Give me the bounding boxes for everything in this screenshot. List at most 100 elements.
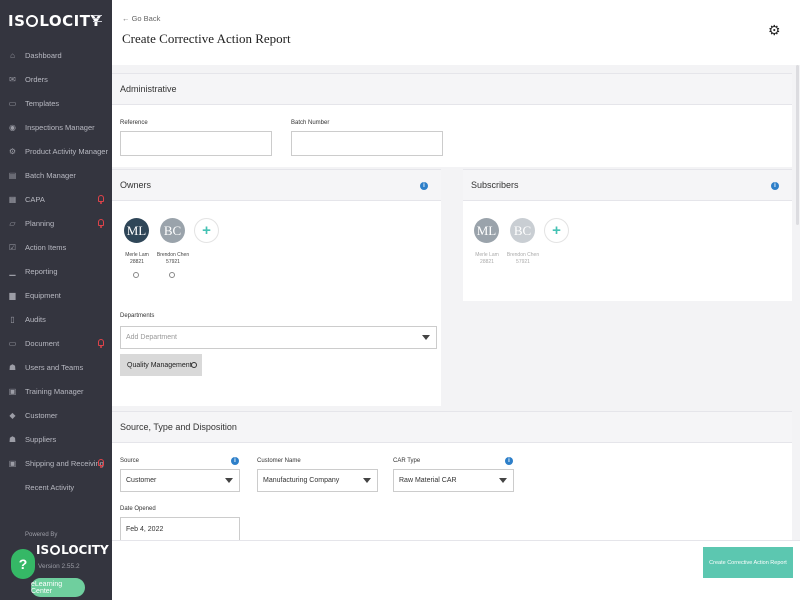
page-title: Create Corrective Action Report	[122, 31, 291, 46]
subscriber-name: Brendon Chen 57921	[506, 252, 540, 265]
templates-icon: ▭	[8, 98, 17, 108]
department-select[interactable]: Add Department	[120, 326, 437, 349]
sidebar-item-equipment[interactable]: ▆ Equipment	[0, 283, 112, 307]
info-icon[interactable]: i	[420, 182, 428, 190]
sidebar: IS LOCITY ⌂ Dashboard ✉ Orders ▭ Templates ◉…	[0, 0, 112, 600]
supplier-icon: ☗	[8, 434, 17, 444]
powered-by-label: Powered By	[25, 532, 58, 538]
date-opened-input[interactable]: Feb 4, 2022	[120, 517, 240, 540]
sidebar-item-label: Dashboard	[25, 50, 62, 60]
sidebar-item-label: Recent Activity	[25, 482, 75, 492]
batch-number-input[interactable]	[291, 131, 443, 156]
car-type-label: CAR Type	[393, 458, 421, 464]
source-select[interactable]: Customer	[120, 469, 240, 492]
sidebar-item-dashboard[interactable]: ⌂ Dashboard	[0, 43, 112, 67]
sidebar-item-label: Product Activity Manager	[25, 146, 108, 156]
sidebar-item-audits[interactable]: ▯ Audits	[0, 307, 112, 331]
sidebar-item-shipping-and-receiving[interactable]: ▣ Shipping and Receiving	[0, 451, 112, 475]
info-icon[interactable]: i	[771, 182, 779, 190]
help-icon[interactable]: ?	[11, 549, 35, 579]
logo-o-mark	[26, 15, 39, 27]
form-footer: Create Corrective Action Report	[112, 540, 800, 600]
gauge-icon: ◉	[9, 122, 16, 132]
chevron-down-icon	[225, 478, 233, 483]
sidebar-item-label: CAPA	[25, 194, 45, 204]
sidebar-item-product-activity-manager[interactable]: ⚙ Product Activity Manager	[0, 139, 112, 163]
departments-label: Departments	[120, 313, 155, 319]
sidebar-item-label: Orders	[25, 74, 48, 84]
source-type-disposition-header: Source, Type and Disposition	[112, 411, 792, 443]
scrollbar[interactable]	[796, 65, 799, 225]
section-title: Administrative	[120, 84, 177, 94]
isolocity-logo[interactable]: IS LOCITY	[8, 12, 102, 30]
sidebar-item-orders[interactable]: ✉ Orders	[0, 67, 112, 91]
sidebar-item-label: Reporting	[25, 266, 58, 276]
bell-icon	[98, 459, 104, 468]
gear-icon: ⚙	[8, 146, 17, 156]
reference-input[interactable]	[120, 131, 272, 156]
file-icon: ▯	[10, 314, 15, 324]
source-label: Source	[120, 458, 140, 464]
add-owner-button[interactable]: +	[194, 218, 219, 243]
learning-center-button[interactable]: eLearning Center	[31, 578, 85, 597]
owners-body: ML Merle Lam 28821 BC Brendon Chen 57921 +…	[112, 201, 441, 406]
sidebar-item-label: Planning	[25, 218, 55, 228]
go-back-link[interactable]: ← Go Back	[122, 14, 160, 23]
batch-icon: ▤	[8, 170, 17, 180]
sidebar-item-reporting[interactable]: ▁ Reporting	[0, 259, 112, 283]
batch-number-label: Batch Number	[291, 120, 330, 126]
sidebar-item-customer[interactable]: ◆ Customer	[0, 403, 112, 427]
sidebar-item-recent-activity[interactable]: Recent Activity	[0, 475, 112, 499]
sidebar-item-action-items[interactable]: ☑ Action Items	[0, 235, 112, 259]
envelope-icon: ✉	[9, 74, 16, 84]
sidebar-item-users-and-teams[interactable]: ☗ Users and Teams	[0, 355, 112, 379]
tag-icon: ◆	[9, 410, 16, 420]
sidebar-nav: ⌂ Dashboard ✉ Orders ▭ Templates ◉ Inspectio…	[0, 43, 112, 499]
isolocity-footer-logo: IS LOCITY	[36, 543, 109, 557]
owners-header: Owners i	[112, 169, 441, 201]
chevron-down-icon	[422, 335, 430, 340]
customer-name-select[interactable]: Manufacturing Company	[257, 469, 378, 492]
administrative-header: Administrative	[112, 73, 792, 105]
avatar[interactable]: ML	[124, 218, 149, 243]
add-subscriber-button[interactable]: +	[544, 218, 569, 243]
create-car-button[interactable]: Create Corrective Action Report	[703, 547, 793, 578]
avatar[interactable]: ML	[474, 218, 499, 243]
remove-owner-icon[interactable]	[133, 272, 139, 278]
info-icon[interactable]: i	[505, 457, 513, 465]
subscribers-header: Subscribers i	[463, 169, 792, 201]
sidebar-item-inspections-manager[interactable]: ◉ Inspections Manager	[0, 115, 112, 139]
sidebar-item-label: Batch Manager	[25, 170, 76, 180]
section-title: Source, Type and Disposition	[120, 422, 237, 432]
sidebar-item-label: Audits	[25, 314, 46, 324]
administrative-body: Reference Batch Number	[112, 105, 792, 167]
settings-gears-icon[interactable]: ⚙	[768, 22, 781, 39]
remove-chip-icon[interactable]	[191, 362, 197, 368]
sidebar-item-capa[interactable]: ▦ CAPA	[0, 187, 112, 211]
shipping-icon: ▣	[8, 458, 17, 468]
bell-icon	[98, 219, 104, 228]
remove-owner-icon[interactable]	[169, 272, 175, 278]
avatar[interactable]: BC	[160, 218, 185, 243]
sidebar-item-label: Inspections Manager	[25, 122, 95, 132]
sidebar-item-templates[interactable]: ▭ Templates	[0, 91, 112, 115]
bell-icon	[98, 195, 104, 204]
folder-icon: ▭	[8, 338, 17, 348]
menu-toggle-icon[interactable]	[93, 15, 102, 24]
chevron-down-icon	[363, 478, 371, 483]
page-header: ← Go Back Create Corrective Action Repor…	[112, 0, 800, 65]
sidebar-item-planning[interactable]: ▱ Planning	[0, 211, 112, 235]
form-content: Administrative Reference Batch Number Ow…	[112, 65, 800, 540]
sidebar-item-batch-manager[interactable]: ▤ Batch Manager	[0, 163, 112, 187]
sidebar-item-document[interactable]: ▭ Document	[0, 331, 112, 355]
car-type-select[interactable]: Raw Material CAR	[393, 469, 514, 492]
version-label: Version 2.55.2	[38, 563, 80, 570]
owner-name: Brendon Chen 57921	[156, 252, 190, 265]
sidebar-item-training-manager[interactable]: ▣ Training Manager	[0, 379, 112, 403]
sidebar-item-label: Users and Teams	[25, 362, 84, 372]
map-icon: ▱	[9, 218, 16, 228]
sidebar-item-suppliers[interactable]: ☗ Suppliers	[0, 427, 112, 451]
avatar[interactable]: BC	[510, 218, 535, 243]
info-icon[interactable]: i	[231, 457, 239, 465]
truck-icon: ▆	[9, 290, 16, 300]
